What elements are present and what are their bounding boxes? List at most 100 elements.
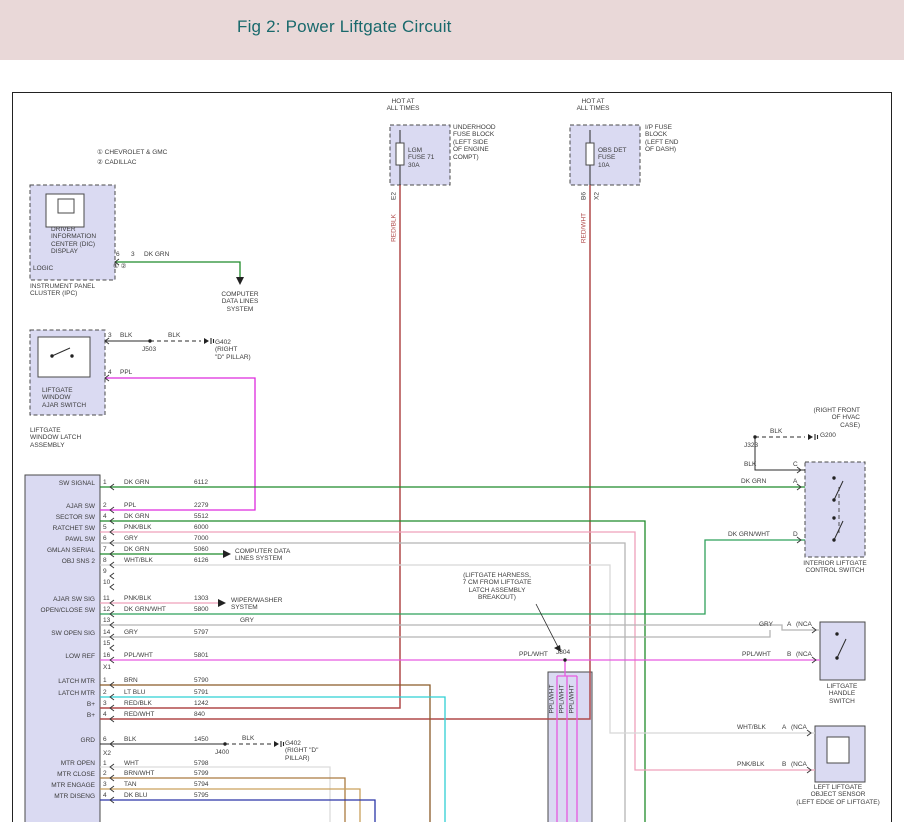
diagram-label: PNK/BLK <box>737 761 764 768</box>
diagram-label: DK GRN/WHT <box>124 606 166 613</box>
diagram-label: X2 <box>103 750 111 757</box>
diagram-label: DK GRN <box>124 479 149 486</box>
diagram-label: MTR DISENG <box>27 793 95 800</box>
diagram-label: INSTRUMENT PANEL CLUSTER (IPC) <box>30 283 95 298</box>
diagram-label: (NCA <box>791 724 807 731</box>
diagram-label: 1 <box>103 479 107 486</box>
diagram-label: HOT AT ALL TIMES <box>373 98 433 113</box>
diagram-label: PPL/WHT <box>558 685 565 714</box>
diagram-label: 3 <box>103 781 107 788</box>
diagram-label: B <box>787 651 791 658</box>
diagram-label: 7 <box>103 546 107 553</box>
diagram-label: LOGIC <box>33 265 53 272</box>
diagram-label: D <box>793 531 798 538</box>
diagram-label: A <box>793 478 797 485</box>
diagram-label: PNK/BLK <box>124 595 151 602</box>
diagram-label: LIFTGATE WINDOW LATCH ASSEMBLY <box>30 427 81 449</box>
diagram-label: PPL/WHT <box>519 651 548 658</box>
diagram-label: 5795 <box>194 792 208 799</box>
diagram-label: J400 <box>215 749 229 756</box>
diagram-label: GRY <box>240 617 254 624</box>
diagram-label: 5790 <box>194 677 208 684</box>
diagram-label: BLK <box>744 461 756 468</box>
diagram-label: PAWL SW <box>27 536 95 543</box>
diagram-labels: HOT AT ALL TIMES HOT AT ALL TIMES LGM FUSE… <box>0 0 904 822</box>
diagram-label: 2 <box>103 770 107 777</box>
diagram-label: 11 <box>103 595 110 602</box>
diagram-label: 4 <box>103 513 107 520</box>
diagram-label: (RIGHT FRONT OF HVAC CASE) <box>778 407 860 429</box>
diagram-label: DRIVER INFORMATION CENTER (DIC) DISPLAY <box>51 226 96 256</box>
diagram-label: ① ② <box>113 263 126 270</box>
diagram-label: INTERIOR LIFTGATE CONTROL SWITCH <box>793 560 877 575</box>
diagram-label: 5791 <box>194 689 208 696</box>
diagram-label: 9 <box>103 568 107 575</box>
diagram-label: (NCA <box>791 761 807 768</box>
diagram-label: E2 <box>390 192 397 200</box>
diagram-label: WHT/BLK <box>737 724 766 731</box>
diagram-label: PPL <box>124 502 136 509</box>
diagram-label: UNDERHOOD FUSE BLOCK (LEFT SIDE OF ENGIN… <box>453 124 496 161</box>
diagram-label: LT BLU <box>124 689 145 696</box>
diagram-label: RATCHET SW <box>27 525 95 532</box>
diagram-label: PNK/BLK <box>124 524 151 531</box>
diagram-label: 6 <box>116 251 120 258</box>
diagram-label: 13 <box>103 617 110 624</box>
diagram-label: 5060 <box>194 546 208 553</box>
diagram-label: DK GRN <box>144 251 169 258</box>
diagram-label: GMLAN SERIAL <box>27 547 95 554</box>
diagram-label: 6112 <box>194 479 208 486</box>
diagram-label: RED/WHT <box>124 711 154 718</box>
diagram-label: 6 <box>103 736 107 743</box>
diagram-label: OBJ SNS 2 <box>27 558 95 565</box>
diagram-label: TAN <box>124 781 137 788</box>
diagram-label: WIPER/WASHER SYSTEM <box>231 597 282 612</box>
diagram-label: PPL <box>120 369 132 376</box>
diagram-label: DK GRN <box>124 513 149 520</box>
diagram-label: 5797 <box>194 629 208 636</box>
diagram-label: G200 <box>820 432 836 439</box>
diagram-label: LOW REF <box>27 653 95 660</box>
diagram-label: 2 <box>103 689 107 696</box>
diagram-label: (LIFTGATE HARNESS, 7 CM FROM LIFTGATE LA… <box>451 572 543 602</box>
diagram-label: GRY <box>759 621 773 628</box>
diagram-label: BRN/WHT <box>124 770 154 777</box>
diagram-label: C <box>793 461 798 468</box>
diagram-label: 5794 <box>194 781 208 788</box>
diagram-label: MTR CLOSE <box>27 771 95 778</box>
diagram-label: 6 <box>103 535 107 542</box>
diagram-label: GRD <box>27 737 95 744</box>
diagram-label: 16 <box>103 652 110 659</box>
diagram-label: MTR ENGAGE <box>27 782 95 789</box>
diagram-label: (NCA <box>796 621 812 628</box>
diagram-label: 10 <box>103 579 110 586</box>
diagram-label: SECTOR SW <box>27 514 95 521</box>
diagram-label: B+ <box>27 712 95 719</box>
diagram-label: 5801 <box>194 652 208 659</box>
diagram-label: 840 <box>194 711 205 718</box>
diagram-label: 1303 <box>194 595 208 602</box>
diagram-label: 3 <box>103 700 107 707</box>
diagram-label: 15 <box>103 640 110 647</box>
diagram-label: LGM FUSE 71 30A <box>408 147 434 169</box>
diagram-label: 3 <box>131 251 135 258</box>
diagram-label: GRY <box>124 629 138 636</box>
diagram-label: 8 <box>103 557 107 564</box>
diagram-label: 2 <box>103 502 107 509</box>
diagram-label: AJAR SW SIG <box>27 596 95 603</box>
diagram-label: BLK <box>120 332 132 339</box>
diagram-label: COMPUTER DATA LINES SYSTEM <box>208 291 272 313</box>
diagram-label: AJAR SW <box>27 503 95 510</box>
diagram-label: MTR OPEN <box>27 760 95 767</box>
diagram-label: J323 <box>744 442 758 449</box>
diagram-label: 1242 <box>194 700 208 707</box>
diagram-label: LEFT LIFTGATE OBJECT SENSOR (LEFT EDGE O… <box>778 784 898 806</box>
diagram-label: LIFTGATE WINDOW AJAR SWITCH <box>42 387 86 409</box>
diagram-label: G402 (RIGHT "D" PILLAR) <box>285 740 318 762</box>
diagram-label: G402 (RIGHT "D" PILLAR) <box>215 339 251 361</box>
diagram-label: BLK <box>168 332 180 339</box>
diagram-label: 12 <box>103 606 110 613</box>
diagram-label: 5800 <box>194 606 208 613</box>
diagram-label: B <box>782 761 786 768</box>
diagram-label: HOT AT ALL TIMES <box>563 98 623 113</box>
